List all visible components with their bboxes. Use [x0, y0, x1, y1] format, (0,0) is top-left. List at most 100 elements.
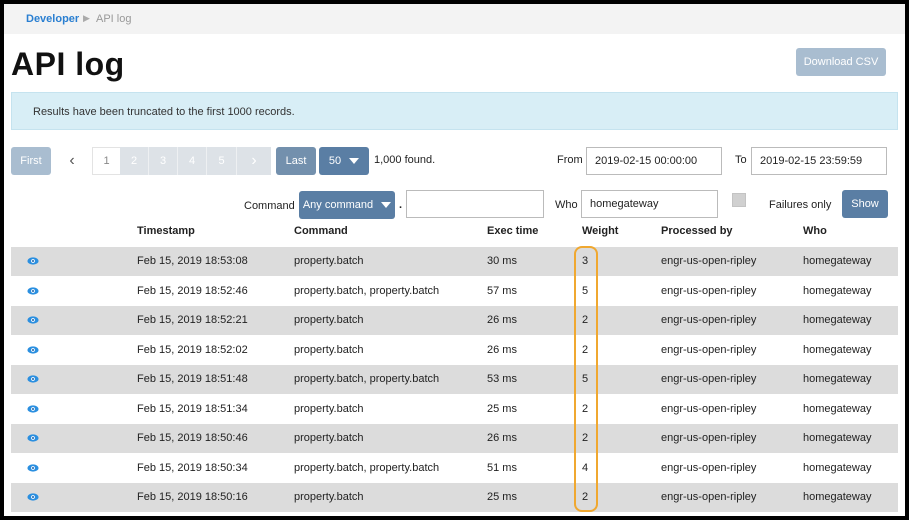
cell-exec-time: 53 ms — [487, 373, 517, 385]
cell-processed-by: engr-us-open-ripley — [661, 491, 757, 503]
next-page-icon[interactable]: › — [237, 147, 271, 175]
cell-timestamp: Feb 15, 2019 18:52:21 — [137, 314, 248, 326]
breadcrumb-current: API log — [96, 13, 132, 25]
eye-icon[interactable] — [27, 492, 39, 501]
to-label: To — [735, 154, 747, 166]
page-size-select[interactable]: 50 — [319, 147, 369, 175]
cell-who: homegateway — [803, 343, 872, 356]
table-row: Feb 15, 2019 18:52:21 property.batch 26 ms… — [11, 305, 898, 335]
header-timestamp[interactable]: Timestamp — [137, 225, 195, 237]
cell-who: homegateway — [803, 461, 872, 474]
last-page-button[interactable]: Last — [276, 147, 316, 175]
cell-timestamp: Feb 15, 2019 18:52:02 — [137, 343, 248, 356]
page-1-button[interactable]: 1 — [92, 147, 120, 175]
cell-command: property.batch — [294, 255, 364, 267]
cell-who: homegateway — [803, 432, 872, 444]
from-date-input[interactable] — [586, 147, 722, 175]
cell-who: homegateway — [803, 491, 872, 503]
cell-weight: 5 — [582, 284, 589, 297]
cell-exec-time: 26 ms — [487, 432, 517, 444]
prev-page-icon[interactable]: ‹ — [60, 147, 84, 175]
eye-icon[interactable] — [27, 256, 39, 265]
cell-command: property.batch, property.batch — [294, 461, 440, 474]
table-row: Feb 15, 2019 18:51:34 property.batch 25 ms… — [11, 393, 898, 423]
eye-icon[interactable] — [27, 286, 39, 295]
cell-timestamp: Feb 15, 2019 18:50:16 — [137, 491, 248, 503]
cell-command: property.batch, property.batch — [294, 373, 440, 385]
caret-down-icon — [349, 158, 360, 164]
page-4-button[interactable]: 4 — [178, 147, 207, 175]
breadcrumb-separator-icon: ▶ — [83, 13, 90, 23]
table-row: Feb 15, 2019 18:53:08 property.batch 30 ms… — [11, 246, 898, 276]
cell-timestamp: Feb 15, 2019 18:50:46 — [137, 432, 248, 444]
cell-exec-time: 51 ms — [487, 461, 517, 474]
cell-processed-by: engr-us-open-ripley — [661, 255, 757, 267]
show-button[interactable]: Show — [842, 190, 888, 218]
cell-exec-time: 25 ms — [487, 491, 517, 503]
page-5-button[interactable]: 5 — [207, 147, 237, 175]
eye-icon[interactable] — [27, 345, 39, 354]
cell-processed-by: engr-us-open-ripley — [661, 402, 757, 415]
eye-icon[interactable] — [27, 463, 39, 472]
page-size-value: 50 — [328, 155, 342, 167]
header-command[interactable]: Command — [294, 225, 348, 237]
download-csv-button[interactable]: Download CSV — [796, 48, 886, 76]
header-exec-time[interactable]: Exec time — [487, 225, 538, 237]
cell-timestamp: Feb 15, 2019 18:51:48 — [137, 373, 248, 385]
failures-only-checkbox[interactable] — [732, 193, 746, 207]
table-row: Feb 15, 2019 18:52:46 property.batch, pro… — [11, 275, 898, 305]
cell-who: homegateway — [803, 284, 872, 297]
command-input[interactable] — [406, 190, 544, 218]
cell-who: homegateway — [803, 373, 872, 385]
eye-icon[interactable] — [27, 315, 39, 324]
eye-icon[interactable] — [27, 374, 39, 383]
cell-processed-by: engr-us-open-ripley — [661, 284, 757, 297]
cell-processed-by: engr-us-open-ripley — [661, 314, 757, 326]
api-log-table: Feb 15, 2019 18:53:08 property.batch 30 ms… — [11, 246, 898, 512]
table-row: Feb 15, 2019 18:50:16 property.batch 25 ms… — [11, 482, 898, 512]
eye-icon[interactable] — [27, 404, 39, 413]
cell-processed-by: engr-us-open-ripley — [661, 432, 757, 444]
from-label: From — [557, 154, 583, 166]
cell-weight: 3 — [582, 255, 589, 267]
header-weight[interactable]: Weight — [582, 225, 618, 237]
cell-exec-time: 25 ms — [487, 402, 517, 415]
page-2-button[interactable]: 2 — [120, 147, 149, 175]
cell-weight: 5 — [582, 373, 589, 385]
cell-weight: 2 — [582, 314, 589, 326]
caret-down-icon — [381, 202, 392, 208]
who-input[interactable] — [581, 190, 718, 218]
cell-processed-by: engr-us-open-ripley — [661, 461, 757, 474]
cell-weight: 2 — [582, 402, 589, 415]
table-row: Feb 15, 2019 18:51:48 property.batch, pro… — [11, 364, 898, 394]
cell-timestamp: Feb 15, 2019 18:52:46 — [137, 284, 248, 297]
who-label: Who — [555, 199, 578, 211]
page-3-button[interactable]: 3 — [149, 147, 178, 175]
eye-icon[interactable] — [27, 433, 39, 442]
cell-who: homegateway — [803, 402, 872, 415]
cell-who: homegateway — [803, 255, 872, 267]
command-select-value: Any command — [302, 199, 374, 211]
to-date-input[interactable] — [751, 147, 887, 175]
first-page-button[interactable]: First — [11, 147, 51, 175]
cell-exec-time: 26 ms — [487, 343, 517, 356]
header-processed-by[interactable]: Processed by — [661, 225, 733, 237]
table-row: Feb 15, 2019 18:50:34 property.batch, pro… — [11, 452, 898, 482]
table-row: Feb 15, 2019 18:50:46 property.batch 26 ms… — [11, 423, 898, 453]
cell-command: property.batch — [294, 343, 364, 356]
cell-timestamp: Feb 15, 2019 18:51:34 — [137, 402, 248, 415]
page-title: API log — [11, 46, 125, 82]
cell-weight: 4 — [582, 461, 589, 474]
breadcrumb-developer-link[interactable]: Developer — [26, 13, 79, 25]
cell-command: property.batch — [294, 432, 364, 444]
header-who[interactable]: Who — [803, 225, 827, 237]
cell-exec-time: 57 ms — [487, 284, 517, 297]
cell-weight: 2 — [582, 432, 589, 444]
results-count: 1,000 found. — [374, 154, 436, 166]
cell-timestamp: Feb 15, 2019 18:53:08 — [137, 255, 248, 267]
command-label: Command — [244, 200, 295, 212]
cell-processed-by: engr-us-open-ripley — [661, 373, 757, 385]
cell-processed-by: engr-us-open-ripley — [661, 343, 757, 356]
truncation-alert: Results have been truncated to the first… — [11, 92, 898, 130]
command-select[interactable]: Any command — [299, 191, 395, 219]
